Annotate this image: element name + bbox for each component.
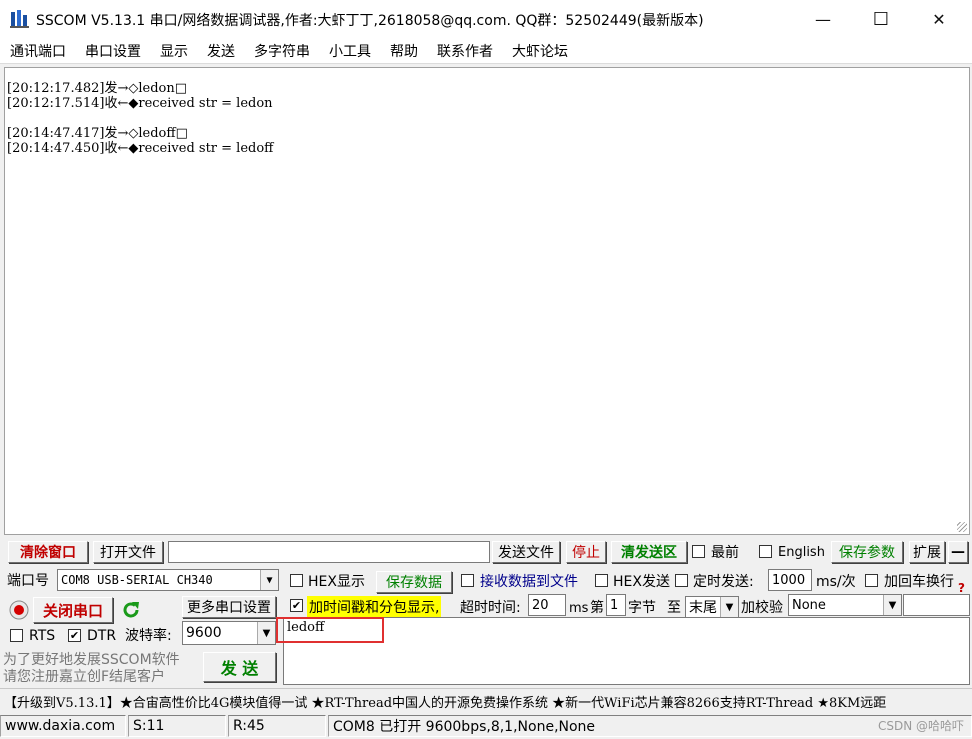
stop-button[interactable]: 停止 xyxy=(566,541,606,563)
recv-to-file-checkbox[interactable] xyxy=(461,574,474,587)
interval-input[interactable]: 1000 xyxy=(768,569,812,591)
to-label: 至 xyxy=(667,600,681,616)
add-crlf-label: 加回车换行 xyxy=(884,574,954,590)
hex-send-checkbox[interactable] xyxy=(595,574,608,587)
chevron-down-icon: ▼ xyxy=(257,622,275,644)
recv-to-file-label[interactable]: 接收数据到文件 xyxy=(480,570,578,592)
close-icon: ✕ xyxy=(932,9,946,29)
log-line: [20:12:17.482]发→◇ledon□ xyxy=(7,81,188,96)
open-file-button[interactable]: 打开文件 xyxy=(93,541,163,563)
hex-display-label: HEX显示 xyxy=(308,574,365,590)
save-params-button[interactable]: 保存参数 xyxy=(831,541,903,563)
clear-send-button[interactable]: 清发送区 xyxy=(611,541,687,563)
timestamp-label: 加时间戳和分包显示, xyxy=(307,596,442,618)
end-value: 末尾 xyxy=(689,600,717,616)
english-label: English xyxy=(778,544,825,560)
menu-multi-string[interactable]: 多字符串 xyxy=(254,41,310,61)
end-select[interactable]: 末尾 ▼ xyxy=(685,596,739,618)
menu-send[interactable]: 发送 xyxy=(207,41,235,61)
timeout-unit-label: ms xyxy=(569,600,589,616)
status-port-state: COM8 已打开 9600bps,8,1,None,None xyxy=(328,715,972,737)
english-checkbox[interactable] xyxy=(759,545,772,558)
menu-display[interactable]: 显示 xyxy=(160,41,188,61)
add-crlf-checkbox[interactable] xyxy=(865,574,878,587)
highlight-box xyxy=(276,617,384,643)
status-website[interactable]: www.daxia.com xyxy=(0,715,126,737)
status-sent-count: S:11 xyxy=(128,715,226,737)
hex-display-checkbox[interactable] xyxy=(290,574,303,587)
close-button[interactable]: ✕ xyxy=(916,0,962,38)
more-settings-button[interactable]: 更多串口设置 xyxy=(182,596,276,618)
log-line: [20:12:17.514]收←◆received str = ledon xyxy=(7,96,273,111)
file-path-field[interactable] xyxy=(168,541,490,563)
send-input[interactable]: ledoff xyxy=(283,617,970,685)
checksum-value: None xyxy=(792,597,826,613)
receive-log[interactable]: [20:12:17.482]发→◇ledon□ [20:12:17.514]收←… xyxy=(4,67,970,535)
menu-forum[interactable]: 大虾论坛 xyxy=(512,41,568,61)
dtr-checkbox[interactable]: ✔ xyxy=(68,629,81,642)
topmost-checkbox[interactable] xyxy=(692,545,705,558)
timed-send-checkbox[interactable] xyxy=(675,574,688,587)
timestamp-checkbox[interactable]: ✔ xyxy=(290,599,303,612)
checksum-select[interactable]: None ▼ xyxy=(788,594,902,616)
baud-value: 9600 xyxy=(186,625,222,641)
hex-send-label: HEX发送 xyxy=(613,574,670,590)
send-button[interactable]: 发 送 xyxy=(203,652,276,682)
timed-send-label: 定时发送: xyxy=(693,574,754,590)
app-icon xyxy=(10,10,29,28)
collapse-button[interactable]: — xyxy=(948,541,968,563)
chevron-down-icon: ▼ xyxy=(260,570,278,590)
log-line: [20:14:47.450]收←◆received str = ledoff xyxy=(7,141,274,156)
refresh-icon[interactable] xyxy=(120,599,142,621)
log-line: [20:14:47.417]发→◇ledoff□ xyxy=(7,126,188,141)
rts-label: RTS xyxy=(29,628,56,644)
expand-button[interactable]: 扩展 xyxy=(909,541,945,563)
news-ticker[interactable]: 【升级到V5.13.1】★合宙高性价比4G模块值得一试 ★RT-Thread中国… xyxy=(0,688,972,710)
checksum-extra-field[interactable] xyxy=(903,594,970,616)
rts-checkbox[interactable] xyxy=(10,629,23,642)
promo-line-2: 请您注册嘉立创F结尾客户 xyxy=(3,669,166,685)
close-port-button[interactable]: 关闭串口 xyxy=(33,597,113,623)
menu-bar: 通讯端口 串口设置 显示 发送 多字符串 小工具 帮助 联系作者 大虾论坛 xyxy=(0,38,972,64)
nth-input[interactable]: 1 xyxy=(606,594,626,616)
topmost-label: 最前 xyxy=(711,545,739,561)
menu-serial-settings[interactable]: 串口设置 xyxy=(85,41,141,61)
port-label: 端口号 xyxy=(7,573,49,589)
maximize-icon: ☐ xyxy=(872,8,890,30)
baud-label: 波特率: xyxy=(125,628,172,644)
baud-select[interactable]: 9600 ▼ xyxy=(182,621,276,645)
minimize-icon: — xyxy=(815,9,831,29)
window-title: SSCOM V5.13.1 串口/网络数据调试器,作者:大虾丁丁,2618058… xyxy=(36,13,704,29)
status-recv-count: R:45 xyxy=(228,715,326,737)
minimize-button[interactable]: — xyxy=(800,0,846,38)
menu-tools[interactable]: 小工具 xyxy=(329,41,371,61)
resize-grip-icon[interactable] xyxy=(957,522,967,532)
checksum-label: 加校验 xyxy=(741,600,783,616)
title-bar: SSCOM V5.13.1 串口/网络数据调试器,作者:大虾丁丁,2618058… xyxy=(0,0,972,38)
port-select[interactable]: COM8 USB-SERIAL CH340 ▼ xyxy=(57,569,279,591)
interval-unit-label: ms/次 xyxy=(816,574,856,590)
nth-label: 第 xyxy=(590,600,604,616)
help-icon[interactable]: ? xyxy=(958,581,965,595)
port-status-icon xyxy=(9,600,29,620)
chevron-down-icon: ▼ xyxy=(720,597,738,617)
maximize-button[interactable]: ☐ xyxy=(858,0,904,38)
watermark: CSDN @哈哈吓 xyxy=(877,719,964,733)
promo-line-1: 为了更好地发展SSCOM软件 xyxy=(3,652,180,668)
chevron-down-icon: ▼ xyxy=(883,595,901,615)
menu-contact[interactable]: 联系作者 xyxy=(437,41,493,61)
send-file-button[interactable]: 发送文件 xyxy=(492,541,560,563)
byte-label: 字节 xyxy=(628,600,656,616)
timeout-input[interactable]: 20 xyxy=(528,594,566,616)
status-bar: www.daxia.com S:11 R:45 COM8 已打开 9600bps… xyxy=(0,713,972,739)
dtr-label: DTR xyxy=(87,628,117,644)
menu-comm-port[interactable]: 通讯端口 xyxy=(10,41,66,61)
port-value: COM8 USB-SERIAL CH340 xyxy=(61,573,213,587)
timeout-label: 超时时间: xyxy=(460,600,521,616)
menu-help[interactable]: 帮助 xyxy=(390,41,418,61)
save-data-button[interactable]: 保存数据 xyxy=(376,571,452,593)
clear-window-button[interactable]: 清除窗口 xyxy=(8,541,88,563)
